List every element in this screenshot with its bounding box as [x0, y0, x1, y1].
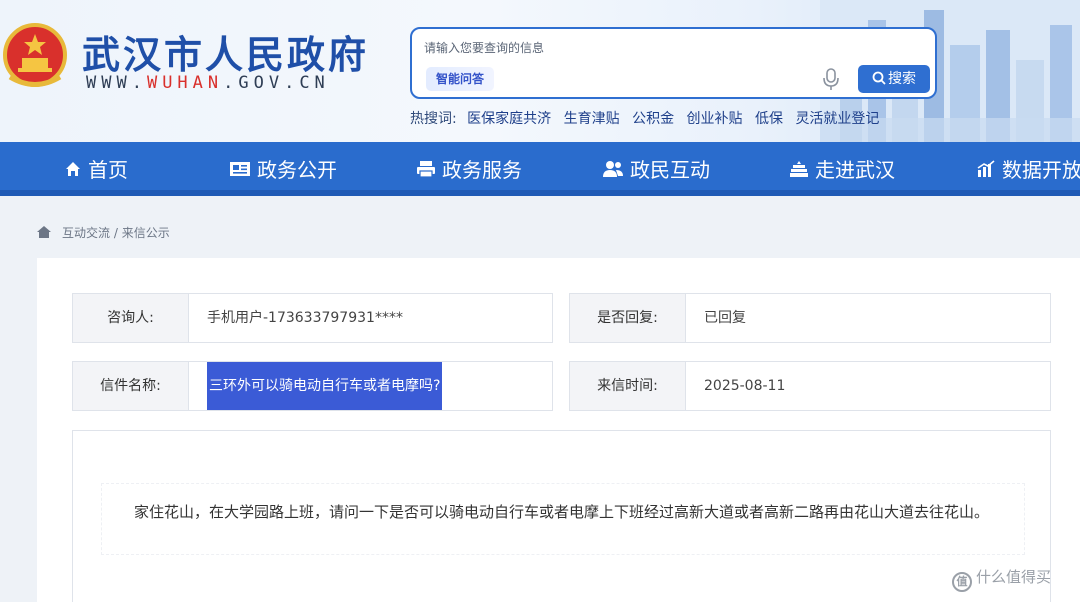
- asker-value: 手机用户-173633797931****: [207, 310, 403, 326]
- nav-item-interaction[interactable]: 政民互动: [602, 142, 710, 196]
- letter-body-box: 家住花山，在大学园路上班，请问一下是否可以骑电动自行车或者电摩上下班经过高新大道…: [72, 430, 1051, 602]
- letter-title-value: 三环外可以骑电动自行车或者电摩吗?: [207, 362, 443, 410]
- letter-time-field: 来信时间: 2025-08-11: [569, 361, 1051, 411]
- nav-label: 数据开放: [1002, 158, 1080, 182]
- hot-search: 热搜词: 医保家庭共济 生育津贴 公积金 创业补贴 低保 灵活就业登记: [410, 108, 887, 128]
- site-url-prefix: WWW.: [86, 73, 147, 93]
- national-emblem-icon: [3, 23, 67, 87]
- nav-label: 走进武汉: [815, 158, 895, 182]
- users-icon: [603, 161, 623, 177]
- letter-title-label: 信件名称:: [73, 362, 189, 410]
- watermark-logo-icon: 值: [952, 572, 972, 592]
- search-button[interactable]: 搜索: [858, 65, 930, 93]
- microphone-icon[interactable]: [820, 67, 842, 91]
- nav-item-government-affairs[interactable]: 政务公开: [229, 142, 337, 196]
- letter-body-text: 家住花山，在大学园路上班，请问一下是否可以骑电动自行车或者电摩上下班经过高新大道…: [134, 503, 990, 521]
- nav-label: 政务服务: [442, 158, 522, 182]
- hot-search-link[interactable]: 公积金: [632, 111, 674, 127]
- site-header: 武汉市人民政府 WWW.WUHAN.GOV.CN 请输入您要查询的信息 智能问答…: [0, 0, 1080, 142]
- hot-search-link[interactable]: 灵活就业登记: [795, 111, 879, 127]
- hot-search-link[interactable]: 生育津贴: [564, 111, 620, 127]
- nav-item-government-services[interactable]: 政务服务: [416, 142, 522, 196]
- nav-label: 政务公开: [257, 158, 337, 182]
- reply-status-label: 是否回复:: [570, 294, 686, 342]
- hot-search-label: 热搜词:: [410, 111, 457, 127]
- nav-item-home[interactable]: 首页: [64, 142, 128, 196]
- site-url-highlight: WUHAN: [146, 73, 224, 93]
- asker-label: 咨询人:: [73, 294, 189, 342]
- hot-search-link[interactable]: 创业补贴: [687, 111, 743, 127]
- watermark: 值什么值得买: [952, 566, 1051, 592]
- breadcrumb-item[interactable]: 互动交流: [62, 226, 110, 240]
- site-title[interactable]: 武汉市人民政府: [82, 24, 369, 79]
- breadcrumb: 互动交流 / 来信公示: [36, 224, 170, 241]
- building-icon: [790, 161, 808, 177]
- site-url-suffix: .GOV.CN: [223, 73, 330, 93]
- breadcrumb-item[interactable]: 来信公示: [122, 226, 170, 240]
- nav-item-about-wuhan[interactable]: 走进武汉: [789, 142, 895, 196]
- search-button-label: 搜索: [888, 71, 916, 87]
- letter-title-field: 信件名称: 三环外可以骑电动自行车或者电摩吗?: [72, 361, 553, 411]
- site-url: WWW.WUHAN.GOV.CN: [86, 73, 330, 93]
- breadcrumb-separator: /: [113, 226, 118, 240]
- nav-label: 首页: [88, 158, 128, 182]
- main-nav: 首页 政务公开 政务服务 政民互动 走进武汉 数据开放: [0, 142, 1080, 196]
- hot-search-link[interactable]: 低保: [755, 111, 783, 127]
- letter-body-frame: 家住花山，在大学园路上班，请问一下是否可以骑电动自行车或者电摩上下班经过高新大道…: [101, 483, 1025, 555]
- home-icon: [66, 162, 80, 176]
- search-box[interactable]: 请输入您要查询的信息 智能问答 搜索: [410, 27, 937, 99]
- ai-qa-button[interactable]: 智能问答: [426, 67, 494, 91]
- home-icon[interactable]: [36, 225, 52, 239]
- nav-item-open-data[interactable]: 数据开放: [976, 142, 1080, 196]
- printer-icon: [417, 161, 435, 178]
- letter-time-label: 来信时间:: [570, 362, 686, 410]
- asker-field: 咨询人: 手机用户-173633797931****: [72, 293, 553, 343]
- reply-status-field: 是否回复: 已回复: [569, 293, 1051, 343]
- search-icon: [872, 71, 886, 85]
- reply-status-value: 已回复: [704, 310, 746, 326]
- nav-label: 政民互动: [630, 158, 710, 182]
- letter-time-value: 2025-08-11: [704, 378, 786, 394]
- chart-icon: [977, 160, 995, 177]
- search-input[interactable]: 请输入您要查询的信息: [424, 39, 544, 56]
- watermark-text: 什么值得买: [976, 568, 1052, 586]
- newspaper-icon: [230, 162, 250, 176]
- hot-search-link[interactable]: 医保家庭共济: [467, 111, 551, 127]
